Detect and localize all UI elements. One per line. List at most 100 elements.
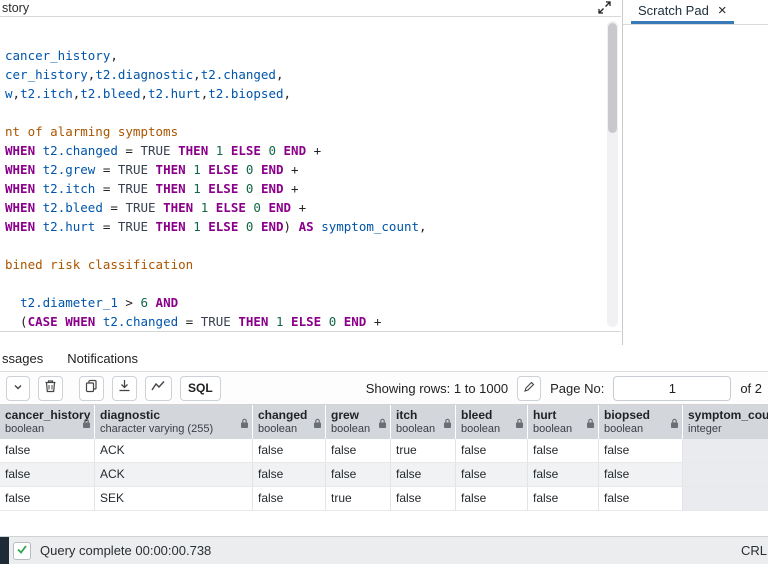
table-cell[interactable]: ACK: [95, 439, 253, 462]
table-cell[interactable]: false: [599, 439, 683, 462]
check-icon: [16, 543, 28, 558]
code-line: bined risk classification: [5, 257, 194, 272]
column-header-bleed[interactable]: bleed boolean: [456, 405, 528, 439]
column-type: boolean: [258, 423, 298, 435]
lock-icon: [586, 416, 595, 434]
column-header-grew[interactable]: grew boolean: [326, 405, 391, 439]
showing-rows-label: Showing rows: 1 to 1000: [365, 380, 509, 396]
table-cell[interactable]: false: [456, 463, 528, 486]
column-header-changed[interactable]: changed boolean: [253, 405, 326, 439]
column-type: integer: [688, 423, 722, 435]
tab-notifications[interactable]: Notifications: [67, 351, 138, 366]
table-cell[interactable]: SEK: [95, 487, 253, 510]
table-cell[interactable]: ACK: [95, 463, 253, 486]
table-cell[interactable]: false: [253, 487, 326, 510]
table-cell[interactable]: false: [326, 439, 391, 462]
lock-icon: [670, 416, 679, 434]
scratchpad-panel: Scratch Pad ×: [622, 0, 768, 345]
column-type: boolean: [396, 423, 436, 435]
table-cell[interactable]: false: [253, 439, 326, 462]
code-line: WHEN t2.grew = TRUE THEN 1 ELSE 0 END +: [5, 162, 299, 177]
table-cell[interactable]: false: [0, 463, 95, 486]
column-name: changed: [258, 408, 308, 422]
table-cell[interactable]: false: [326, 463, 391, 486]
graph-visualiser-button[interactable]: [145, 375, 172, 401]
table-cell[interactable]: [683, 439, 768, 462]
editor-pane: story cancer_history, cer_history,t2.diag…: [0, 0, 621, 345]
tab-messages[interactable]: ssages: [0, 351, 43, 366]
column-type: boolean: [533, 423, 573, 435]
table-cell[interactable]: false: [0, 439, 95, 462]
lock-icon: [313, 416, 322, 434]
pagination-controls: Showing rows: 1 to 1000 Page No: of 2: [365, 375, 762, 401]
table-row: false SEK false true false false false false: [0, 487, 768, 511]
code-line: cer_history,t2.diagnostic,t2.changed,: [5, 67, 284, 82]
column-type: boolean: [5, 423, 45, 435]
editor-scrollbar-thumb[interactable]: [608, 23, 617, 133]
code-line: WHEN t2.changed = TRUE THEN 1 ELSE 0 END…: [5, 143, 322, 158]
table-cell[interactable]: false: [528, 487, 599, 510]
line-ending-indicator: CRL: [740, 543, 767, 558]
tab-scratch-pad[interactable]: Scratch Pad ×: [631, 0, 734, 24]
table-cell[interactable]: false: [391, 463, 456, 486]
result-tabs: ssages Notifications: [0, 345, 768, 371]
page-number-input[interactable]: [613, 375, 732, 401]
code-line: WHEN t2.hurt = TRUE THEN 1 ELSE 0 END) A…: [5, 219, 427, 234]
result-toolbar: SQL Showing rows: 1 to 1000 Page No: of …: [0, 371, 768, 405]
lock-icon: [515, 416, 524, 434]
table-cell[interactable]: [683, 487, 768, 510]
column-header-cancer_history[interactable]: cancer_history boolean: [0, 405, 95, 439]
delete-row-button[interactable]: [38, 375, 63, 401]
table-cell[interactable]: false: [253, 463, 326, 486]
chart-line-icon: [151, 379, 166, 397]
editor-scrollbar[interactable]: [607, 21, 618, 327]
scratchpad-body[interactable]: [623, 25, 768, 341]
limit-dropdown-button[interactable]: [6, 375, 30, 401]
table-cell[interactable]: false: [599, 487, 683, 510]
column-name: biopsed: [604, 408, 651, 422]
table-cell[interactable]: true: [391, 439, 456, 462]
download-results-button[interactable]: [112, 375, 137, 401]
column-header-biopsed[interactable]: biopsed boolean: [599, 405, 683, 439]
copy-rows-button[interactable]: [79, 375, 104, 401]
column-header-itch[interactable]: itch boolean: [391, 405, 456, 439]
close-icon[interactable]: ×: [718, 3, 727, 18]
table-cell[interactable]: true: [326, 487, 391, 510]
column-header-hurt[interactable]: hurt boolean: [528, 405, 599, 439]
column-header-symptom_cou[interactable]: symptom_cou integer: [683, 405, 768, 439]
grid-body: false ACK false false true false false false fal…: [0, 439, 768, 511]
lock-icon: [82, 416, 91, 434]
table-cell[interactable]: false: [456, 439, 528, 462]
copy-icon: [85, 379, 98, 398]
code-line: cancer_history,: [5, 48, 118, 63]
chevron-down-icon: [13, 379, 23, 397]
column-type: character varying (255): [100, 423, 214, 435]
page-no-label: Page No:: [550, 380, 605, 396]
show-sql-button[interactable]: SQL: [180, 375, 221, 401]
table-cell[interactable]: false: [528, 463, 599, 486]
table-cell[interactable]: false: [456, 487, 528, 510]
table-cell[interactable]: false: [599, 463, 683, 486]
tab-query-history[interactable]: story: [2, 1, 29, 15]
pencil-icon: [523, 381, 535, 396]
table-cell[interactable]: [683, 463, 768, 486]
column-type: boolean: [604, 423, 644, 435]
table-cell[interactable]: false: [0, 487, 95, 510]
column-type: boolean: [461, 423, 501, 435]
table-row: false ACK false false false false false false: [0, 463, 768, 487]
column-name: hurt: [533, 408, 557, 422]
page-total-label: of 2: [740, 380, 762, 396]
query-tool-window: story cancer_history, cer_history,t2.diag…: [0, 0, 768, 564]
query-success-indicator: [13, 541, 31, 560]
maximize-panel-button[interactable]: [597, 1, 611, 16]
table-cell[interactable]: false: [391, 487, 456, 510]
code-line: WHEN t2.bleed = TRUE THEN 1 ELSE 0 END +: [5, 200, 307, 215]
sql-editor[interactable]: cancer_history, cer_history,t2.diagnostic…: [0, 18, 621, 332]
sql-editor-code[interactable]: cancer_history, cer_history,t2.diagnostic…: [0, 18, 621, 331]
table-cell[interactable]: false: [528, 439, 599, 462]
lock-icon: [240, 416, 249, 434]
edit-data-button[interactable]: [517, 375, 542, 401]
column-name: itch: [396, 408, 418, 422]
column-header-diagnostic[interactable]: diagnostic character varying (255): [95, 405, 253, 439]
